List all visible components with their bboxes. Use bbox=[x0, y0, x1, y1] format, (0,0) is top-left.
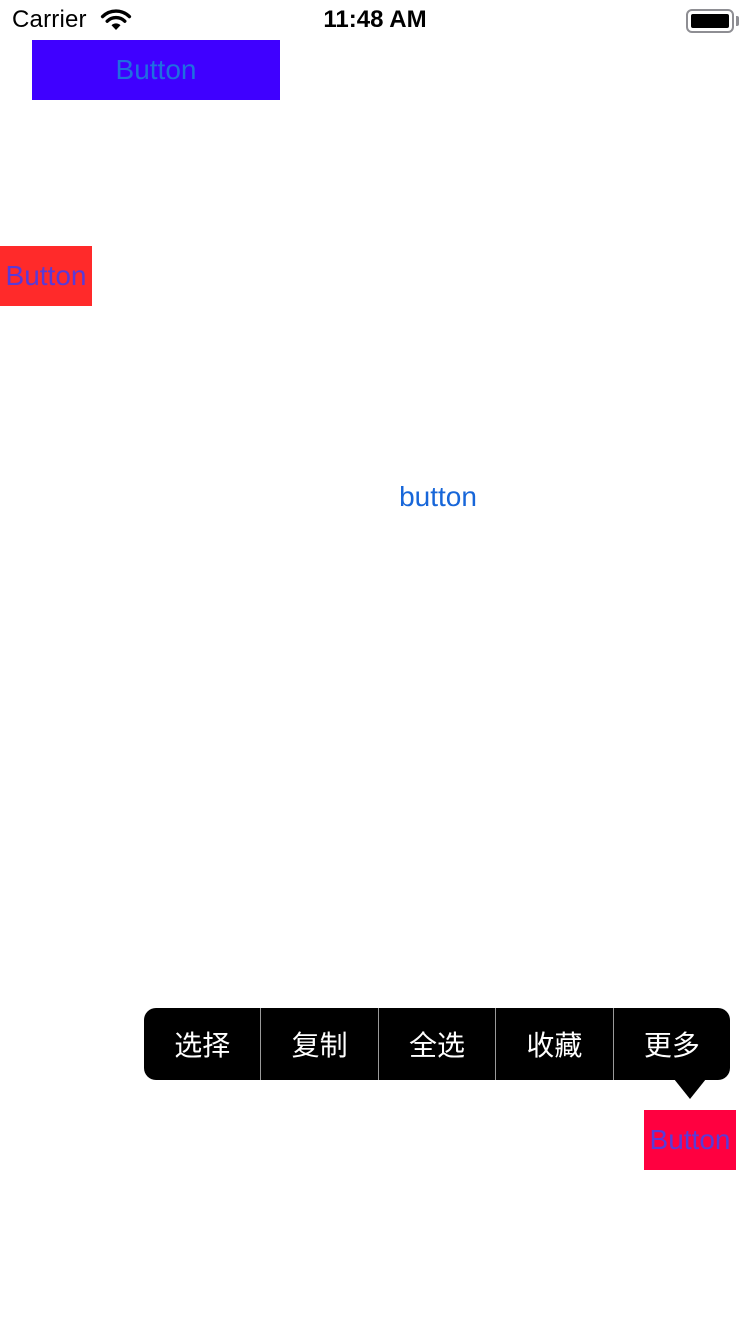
menu-item-copy[interactable]: 复制 bbox=[261, 1008, 377, 1080]
menu-item-select[interactable]: 选择 bbox=[144, 1008, 260, 1080]
menu-item-select-all[interactable]: 全选 bbox=[379, 1008, 495, 1080]
top-button[interactable]: Button bbox=[32, 40, 280, 100]
status-time: 11:48 AM bbox=[323, 6, 427, 33]
battery-level bbox=[691, 14, 729, 28]
menu-item-favorite[interactable]: 收藏 bbox=[496, 1008, 612, 1080]
status-bar: Carrier 11:48 AM bbox=[0, 0, 750, 40]
battery-cap bbox=[736, 16, 739, 26]
battery-icon bbox=[686, 9, 734, 33]
screen: Carrier 11:48 AM Button Button button 选择… bbox=[0, 0, 750, 1334]
bottom-pink-button[interactable]: Button bbox=[644, 1110, 736, 1170]
menu-item-more[interactable]: 更多 bbox=[614, 1008, 730, 1080]
left-red-button[interactable]: Button bbox=[0, 246, 92, 306]
edit-menu-arrow bbox=[674, 1079, 706, 1099]
center-text-button[interactable]: button bbox=[370, 472, 506, 522]
edit-menu: 选择 复制 全选 收藏 更多 bbox=[144, 1008, 730, 1080]
